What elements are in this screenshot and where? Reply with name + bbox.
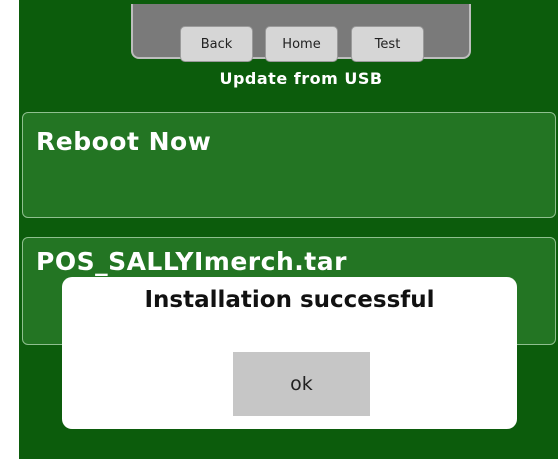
update-file-label: POS_SALLYImerch.tar (36, 247, 347, 276)
reboot-now-label: Reboot Now (36, 127, 212, 156)
test-button[interactable]: Test (351, 26, 424, 62)
dialog-message: Installation successful (144, 287, 435, 313)
page-title: Update from USB (219, 69, 383, 88)
back-button[interactable]: Back (180, 26, 253, 62)
ok-button[interactable]: ok (233, 352, 370, 416)
reboot-now-button[interactable]: Reboot Now (22, 112, 556, 218)
installation-dialog: Installation successful ok (62, 277, 517, 429)
home-button[interactable]: Home (265, 26, 338, 62)
